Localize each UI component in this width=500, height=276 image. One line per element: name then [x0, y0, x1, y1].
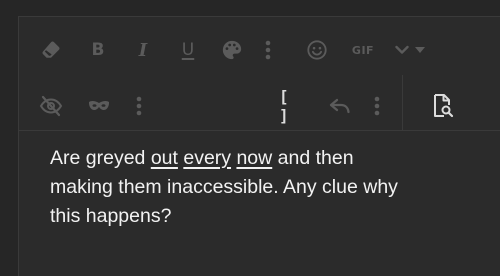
- more-vertical-icon[interactable]: [262, 30, 274, 70]
- bold-button[interactable]: B: [87, 30, 109, 70]
- underlined-word-out: out: [150, 147, 178, 169]
- brackets-button[interactable]: [ ]: [279, 86, 307, 126]
- editor-content[interactable]: Are greyed out every now and then making…: [50, 144, 490, 231]
- content-line-2: making them inaccessible. Any clue why: [50, 176, 398, 198]
- mask-icon[interactable]: [86, 86, 112, 126]
- gif-button[interactable]: GIF: [349, 30, 377, 70]
- eye-slash-icon[interactable]: [37, 86, 65, 126]
- toolbar-row-1: B I U GIF: [19, 30, 500, 70]
- eraser-icon[interactable]: [37, 30, 65, 70]
- smiley-icon[interactable]: [304, 30, 330, 70]
- preview-icon[interactable]: [429, 86, 457, 126]
- more-vertical-icon[interactable]: [371, 86, 383, 126]
- more-vertical-icon[interactable]: [133, 86, 145, 126]
- underlined-word-now: now: [236, 147, 273, 169]
- underline-button[interactable]: U: [177, 30, 199, 70]
- toolbar-row-2: [ ]: [19, 86, 500, 126]
- palette-icon[interactable]: [219, 30, 245, 70]
- underlined-word-every: every: [183, 147, 232, 169]
- content-line-1: Are greyed out every now and then: [50, 147, 354, 169]
- preview-panel-divider: [402, 75, 403, 131]
- caret-down-icon[interactable]: [413, 30, 427, 70]
- chevron-down-icon[interactable]: [393, 30, 411, 70]
- content-line-3: this happens?: [50, 205, 172, 227]
- italic-button[interactable]: I: [132, 30, 154, 70]
- toolbar-divider: [19, 130, 500, 131]
- undo-icon[interactable]: [327, 86, 353, 126]
